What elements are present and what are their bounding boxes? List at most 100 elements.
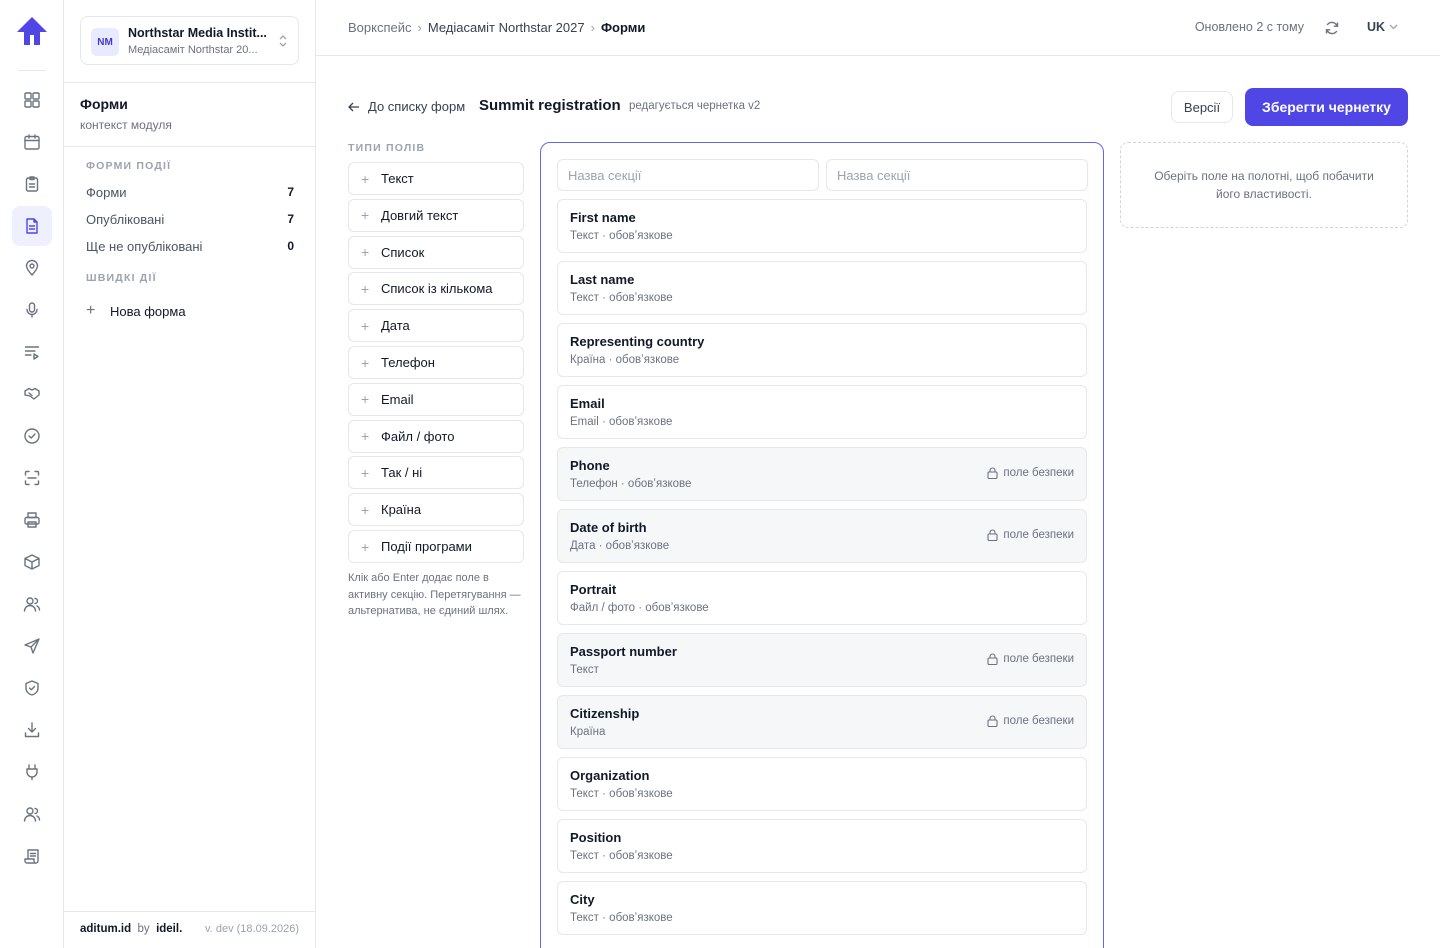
- new-form-button[interactable]: + Нова форма: [86, 302, 186, 320]
- plus-icon: +: [361, 354, 370, 371]
- section-heading-forms: ФОРМИ ПОДІЇ: [86, 160, 172, 172]
- package-icon: [24, 554, 40, 570]
- plus-icon: +: [86, 302, 96, 319]
- form-field-card[interactable]: Last name Текст · обовʼязкове: [557, 261, 1087, 315]
- form-canvas[interactable]: First name Текст · обовʼязкове Last name Те…: [540, 142, 1104, 948]
- section-title-input[interactable]: [557, 159, 819, 191]
- app-logo-icon[interactable]: [16, 16, 48, 46]
- rail-item-clipboard[interactable]: [12, 164, 52, 204]
- plus-icon: +: [361, 317, 370, 334]
- form-field-card[interactable]: Phone Телефон · обовʼязкове поле безпеки: [557, 447, 1087, 501]
- field-type-button[interactable]: + Довгий текст: [348, 198, 524, 232]
- field-type-button[interactable]: + Події програми: [348, 530, 524, 563]
- security-label: поле безпеки: [1003, 653, 1074, 665]
- rail-item-microphone[interactable]: [12, 290, 52, 330]
- form-field-card[interactable]: Representing country Країна · обовʼязкове: [557, 323, 1087, 377]
- form-field-card[interactable]: Citizenship Країна поле безпеки: [557, 695, 1087, 749]
- field-meta: Текст · обовʼязкове: [570, 850, 673, 862]
- field-type-button[interactable]: + Список із кількома: [348, 272, 524, 306]
- field-meta: Країна: [570, 726, 606, 738]
- users-icon: [23, 597, 41, 612]
- field-type-button[interactable]: + Список: [348, 235, 524, 269]
- rail-item-plug[interactable]: [12, 752, 52, 792]
- form-field-card[interactable]: City Текст · обовʼязкове: [557, 881, 1087, 935]
- field-label: Date of birth: [570, 520, 647, 535]
- rail-item-forms[interactable]: [12, 206, 52, 246]
- section-title-input[interactable]: [826, 159, 1088, 191]
- rail-item-printer[interactable]: [12, 500, 52, 540]
- language-select[interactable]: UK: [1367, 20, 1398, 34]
- back-label: До списку форм: [368, 99, 466, 114]
- handshake-icon: [24, 387, 40, 400]
- plus-icon: +: [361, 244, 370, 261]
- field-type-label: Email: [381, 391, 414, 407]
- lock-icon: [987, 715, 998, 727]
- brand-name[interactable]: aditum.id: [80, 923, 131, 935]
- rail-item-shield[interactable]: [12, 668, 52, 708]
- rail-item-handshake[interactable]: [12, 374, 52, 414]
- field-type-button[interactable]: + Так / ні: [348, 456, 524, 490]
- form-field-card[interactable]: Position Текст · обовʼязкове: [557, 819, 1087, 873]
- module-title: Форми: [80, 96, 128, 112]
- rail-item-team[interactable]: [12, 794, 52, 834]
- form-field-card[interactable]: Portrait Файл / фото · обовʼязкове: [557, 571, 1087, 625]
- rail-item-dashboard[interactable]: [12, 80, 52, 120]
- shield-icon: [25, 680, 39, 696]
- sidebar: NM Northstar Media Instit... Медіасаміт …: [64, 0, 316, 948]
- back-to-forms-link[interactable]: До списку форм: [348, 99, 465, 114]
- sidebar-item-label: Форми: [86, 185, 127, 200]
- divider: [64, 82, 315, 83]
- icon-rail: [0, 0, 64, 948]
- field-type-label: Файл / фото: [381, 428, 455, 444]
- field-type-button[interactable]: + Дата: [348, 309, 524, 343]
- rail-item-download[interactable]: [12, 710, 52, 750]
- refresh-icon[interactable]: [1324, 20, 1340, 36]
- rail-item-package[interactable]: [12, 542, 52, 582]
- clipboard-icon: [25, 176, 39, 192]
- field-type-button[interactable]: + Країна: [348, 493, 524, 527]
- form-field-card[interactable]: Date of birth Дата · обовʼязкове поле безп…: [557, 509, 1087, 563]
- org-avatar: NM: [91, 28, 119, 56]
- org-event: Медіасаміт Northstar 20...: [128, 44, 258, 56]
- breadcrumb-separator: ›: [590, 20, 595, 35]
- field-type-button[interactable]: + Телефон: [348, 346, 524, 379]
- form-field-card[interactable]: Passport number Текст поле безпеки: [557, 633, 1087, 687]
- company-name[interactable]: ideil.: [156, 923, 182, 935]
- rail-item-send[interactable]: [12, 626, 52, 666]
- field-type-button[interactable]: + Email: [348, 382, 524, 416]
- sidebar-item-forms[interactable]: Форми 7: [86, 185, 294, 200]
- breadcrumb-current: Форми: [600, 20, 646, 35]
- org-switcher[interactable]: NM Northstar Media Instit... Медіасаміт …: [80, 16, 299, 65]
- form-field-card[interactable]: First name Текст · обовʼязкове: [557, 199, 1087, 253]
- divider: [64, 146, 315, 147]
- plus-icon: +: [361, 391, 370, 408]
- rail-item-location[interactable]: [12, 248, 52, 288]
- security-label: поле безпеки: [1003, 529, 1074, 541]
- field-type-button[interactable]: + Текст: [348, 162, 524, 195]
- sidebar-item-count: 7: [287, 212, 294, 226]
- form-field-card[interactable]: Email Email · обовʼязкове: [557, 385, 1087, 439]
- breadcrumb-workspace[interactable]: Воркспейс: [348, 20, 412, 35]
- field-label: First name: [570, 210, 636, 225]
- rail-item-agenda[interactable]: [12, 332, 52, 372]
- sidebar-item-unpublished[interactable]: Ще не опубліковані 0: [86, 239, 294, 254]
- field-type-button[interactable]: + Файл / фото: [348, 419, 524, 453]
- rail-item-users[interactable]: [12, 584, 52, 624]
- rail-item-calendar[interactable]: [12, 122, 52, 162]
- breadcrumb: Воркспейс › Медіасаміт Northstar 2027 › …: [348, 20, 645, 35]
- rail-item-scan[interactable]: [12, 458, 52, 498]
- save-draft-button[interactable]: Зберегти чернетку: [1245, 88, 1408, 126]
- versions-button[interactable]: Версії: [1171, 91, 1233, 123]
- plus-icon: +: [361, 538, 370, 555]
- rail-item-check-circle[interactable]: [12, 416, 52, 456]
- form-field-card[interactable]: Organization Текст · обовʼязкове: [557, 757, 1087, 811]
- rail-item-scroll[interactable]: [12, 836, 52, 876]
- field-label: Email: [570, 396, 605, 411]
- field-types-heading: ТИПИ ПОЛІВ: [348, 142, 426, 154]
- language-label: UK: [1366, 20, 1385, 34]
- chevron-updown-icon: [279, 35, 287, 47]
- field-type-label: Так / ні: [381, 465, 423, 481]
- breadcrumb-event[interactable]: Медіасаміт Northstar 2027: [428, 20, 585, 35]
- field-meta: Текст · обовʼязкове: [570, 292, 673, 304]
- sidebar-item-published[interactable]: Опубліковані 7: [86, 212, 294, 227]
